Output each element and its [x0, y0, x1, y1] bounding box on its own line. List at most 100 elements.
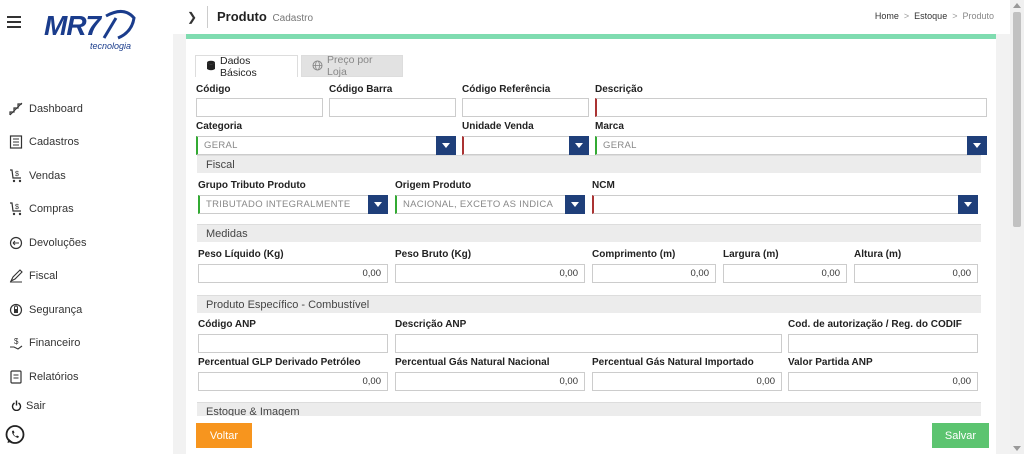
- categoria-label: Categoria: [196, 121, 243, 132]
- codigo-input[interactable]: [196, 98, 323, 117]
- sidebar-item-compras[interactable]: $ Compras: [0, 193, 173, 227]
- chevron-down-icon[interactable]: [958, 195, 978, 214]
- grupo-tributo-value: TRIBUTADO INTEGRALMENTE: [206, 199, 351, 210]
- peso-bruto-input[interactable]: 0,00: [395, 264, 585, 283]
- logo: MR7 tecnologia: [44, 8, 140, 54]
- marca-value: GERAL: [603, 140, 637, 151]
- list-icon: [7, 133, 25, 151]
- back-button[interactable]: Voltar: [196, 423, 252, 448]
- sidebar-nav: Dashboard Cadastros $ Vendas $ Compras D…: [0, 92, 173, 418]
- stairs-icon: [7, 100, 25, 118]
- sidebar-item-label: Dashboard: [29, 102, 83, 115]
- sidebar-item-label: Vendas: [29, 169, 66, 182]
- action-bar: Voltar Salvar: [186, 416, 996, 454]
- page-subtitle: Cadastro: [272, 13, 314, 24]
- chevron-down-icon[interactable]: [967, 136, 987, 155]
- origem-produto-value: NACIONAL, EXCETO AS INDICA: [403, 199, 553, 210]
- svg-text:$: $: [14, 337, 19, 346]
- peso-liquido-input[interactable]: 0,00: [198, 264, 388, 283]
- marca-label: Marca: [595, 121, 624, 132]
- sidebar-item-label: Segurança: [29, 303, 83, 316]
- grupo-tributo-select[interactable]: TRIBUTADO INTEGRALMENTE: [198, 195, 388, 214]
- breadcrumb-home[interactable]: Home: [875, 11, 899, 21]
- sidebar-item-seguranca[interactable]: Segurança: [0, 293, 173, 327]
- peso-liquido-value: 0,00: [362, 268, 382, 279]
- breadcrumb-separator: >: [952, 11, 958, 21]
- ncm-select[interactable]: [592, 195, 978, 214]
- altura-value: 0,00: [952, 268, 972, 279]
- sidebar-item-dashboard[interactable]: Dashboard: [0, 92, 173, 126]
- whatsapp-icon[interactable]: [4, 424, 26, 446]
- codigo-referencia-input[interactable]: [462, 98, 589, 117]
- valor-partida-input[interactable]: 0,00: [788, 372, 978, 391]
- peso-bruto-value: 0,00: [559, 268, 579, 279]
- sidebar-item-devolucoes[interactable]: Devoluções: [0, 226, 173, 260]
- sidebar-item-label: Financeiro: [29, 337, 81, 350]
- sidebar-item-fiscal[interactable]: Fiscal: [0, 260, 173, 294]
- descricao-input[interactable]: [595, 98, 987, 117]
- descricao-anp-input[interactable]: [395, 334, 782, 353]
- codif-label: Cod. de autorização / Reg. do CODIF: [788, 319, 962, 330]
- chevron-down-icon[interactable]: [368, 195, 388, 214]
- breadcrumb-estoque[interactable]: Estoque: [914, 11, 947, 21]
- sidebar-item-cadastros[interactable]: Cadastros: [0, 126, 173, 160]
- scroll-down-icon[interactable]: [1013, 446, 1021, 451]
- peso-bruto-label: Peso Bruto (Kg): [395, 249, 472, 260]
- descricao-label: Descrição: [595, 84, 643, 95]
- tab-label: Preço por Loja: [327, 54, 373, 78]
- section-title: Estoque & Imagem: [206, 405, 300, 417]
- breadcrumb-current: Produto: [962, 11, 994, 21]
- section-fiscal: Fiscal: [197, 155, 981, 173]
- sidebar-item-vendas[interactable]: $ Vendas: [0, 159, 173, 193]
- unidade-venda-select[interactable]: [462, 136, 589, 155]
- perc-gn-importado-input[interactable]: 0,00: [592, 372, 782, 391]
- codigo-anp-input[interactable]: [198, 334, 388, 353]
- top-header: ❯ Produto Cadastro Home > Estoque > Produto: [173, 0, 1010, 34]
- comprimento-value: 0,00: [690, 268, 710, 279]
- sidebar-item-relatorios[interactable]: Relatórios: [0, 360, 173, 394]
- svg-text:$: $: [15, 204, 19, 211]
- comprimento-input[interactable]: 0,00: [592, 264, 716, 283]
- return-icon: [7, 234, 25, 252]
- marca-select[interactable]: GERAL: [595, 136, 987, 155]
- save-button[interactable]: Salvar: [932, 423, 989, 448]
- perc-gn-nacional-input[interactable]: 0,00: [395, 372, 585, 391]
- database-icon: [206, 60, 216, 73]
- logo-text: MR7: [44, 10, 101, 41]
- largura-input[interactable]: 0,00: [723, 264, 847, 283]
- logout-button[interactable]: Sair: [0, 394, 173, 418]
- chevron-down-icon[interactable]: [565, 195, 585, 214]
- codigo-barra-label: Código Barra: [329, 84, 393, 95]
- page-scrollbar[interactable]: [1010, 0, 1024, 454]
- tab-dados-basicos[interactable]: Dados Básicos: [195, 55, 298, 79]
- chevron-down-icon[interactable]: [569, 136, 589, 155]
- section-estoque-imagem: Estoque & Imagem: [197, 402, 981, 416]
- app-root: MR7 tecnologia Dashboard Cadastros $ Ven…: [0, 0, 1024, 454]
- chevron-right-icon[interactable]: ❯: [187, 10, 197, 24]
- sidebar-item-financeiro[interactable]: $ Financeiro: [0, 327, 173, 361]
- report-icon: [7, 368, 25, 386]
- descricao-anp-label: Descrição ANP: [395, 319, 467, 330]
- codigo-referencia-label: Código Referência: [462, 84, 551, 95]
- scroll-thumb[interactable]: [1013, 12, 1021, 227]
- altura-input[interactable]: 0,00: [854, 264, 978, 283]
- scroll-up-icon[interactable]: [1013, 3, 1021, 8]
- codif-input[interactable]: [788, 334, 978, 353]
- ncm-label: NCM: [592, 180, 615, 191]
- sidebar-item-label: Fiscal: [29, 270, 58, 283]
- pen-icon: [7, 267, 25, 285]
- largura-label: Largura (m): [723, 249, 779, 260]
- chevron-down-icon[interactable]: [436, 136, 456, 155]
- perc-gn-importado-value: 0,00: [756, 376, 776, 387]
- codigo-barra-input[interactable]: [329, 98, 456, 117]
- categoria-select[interactable]: GERAL: [196, 136, 456, 155]
- perc-glp-label: Percentual GLP Derivado Petróleo: [198, 357, 361, 368]
- product-form-card: Dados Básicos Preço por Loja Código Códi…: [186, 34, 996, 416]
- valor-partida-label: Valor Partida ANP: [788, 357, 873, 368]
- money-hand-icon: $: [7, 334, 25, 352]
- tab-preco-por-loja[interactable]: Preço por Loja: [301, 54, 403, 78]
- menu-icon[interactable]: [7, 16, 21, 28]
- perc-glp-input[interactable]: 0,00: [198, 372, 388, 391]
- origem-produto-select[interactable]: NACIONAL, EXCETO AS INDICA: [395, 195, 585, 214]
- categoria-value: GERAL: [204, 140, 238, 151]
